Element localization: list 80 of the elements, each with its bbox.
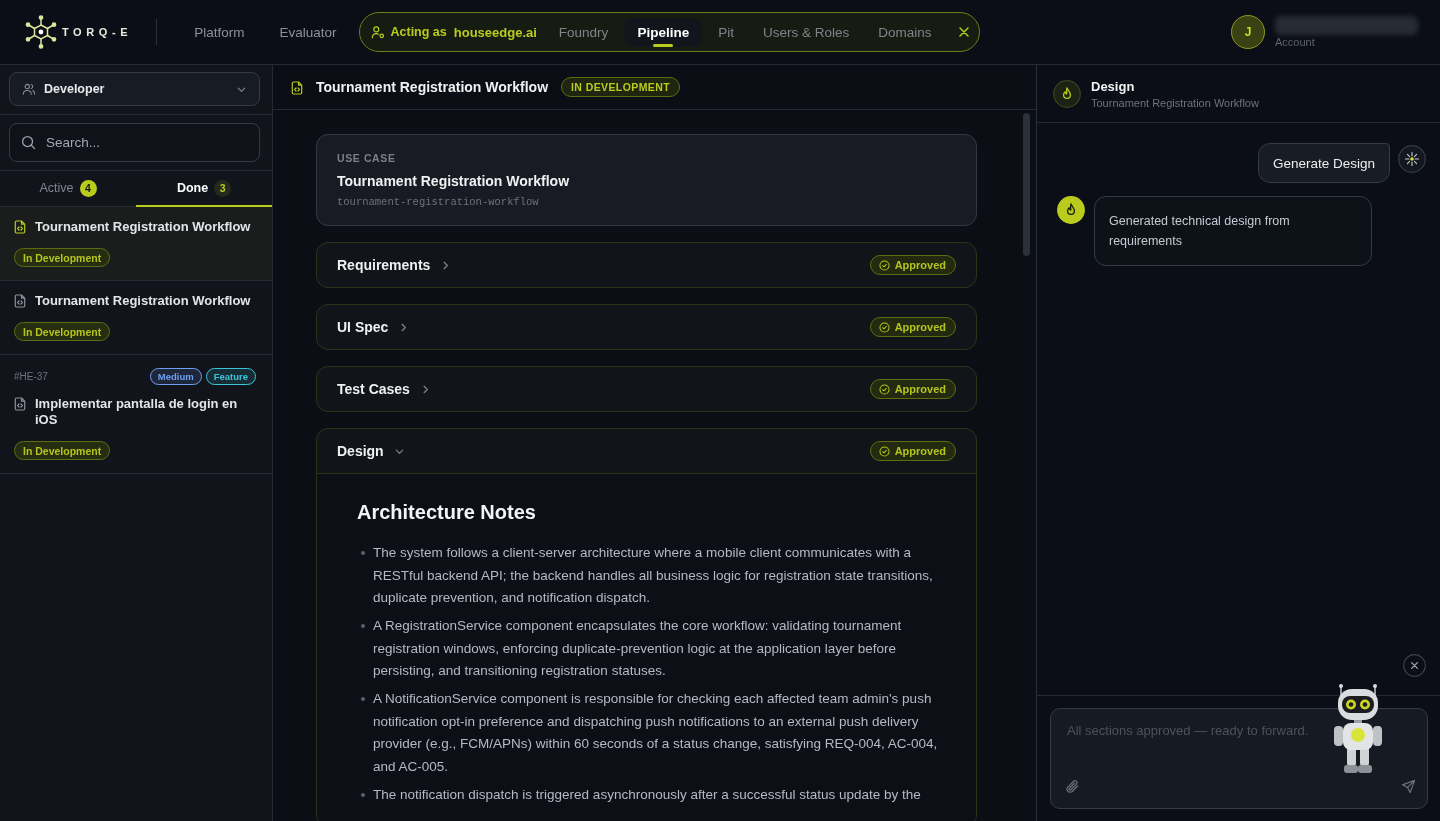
sidebar-item[interactable]: #HE-37 Medium Feature Implementar pantalla de login en iOS In Development xyxy=(0,355,272,474)
item-title: Tournament Registration Workflow xyxy=(35,293,251,309)
item-title: Tournament Registration Workflow xyxy=(35,219,251,235)
flame-icon xyxy=(1053,79,1081,108)
section-card[interactable]: Test Cases Approved xyxy=(316,366,977,412)
approval-status: Approved xyxy=(894,321,946,333)
nav-tab[interactable]: Pipeline xyxy=(624,17,703,47)
note-text: A RegistrationService component encapsulates the core workflow: validating tournament registration windows, enforcing duplicate-prevention logic at the application layer before persisting, and transitioning registration statuses. xyxy=(373,617,903,680)
section-card[interactable]: UI Spec Approved xyxy=(316,304,977,350)
send-icon[interactable] xyxy=(1401,779,1416,794)
section-title: Test Cases xyxy=(337,381,410,397)
approval-status: Approved xyxy=(894,259,946,271)
check-circle-icon xyxy=(878,445,890,457)
note-text: The system follows a client-server architecture where a mobile client communicates with a RESTful backend API; the backend handles all business logic for registration state transitions, duplicate prevention, and notification dispatch. xyxy=(373,544,934,607)
section-title: Design xyxy=(337,443,384,459)
search-field[interactable]: Search... xyxy=(9,123,260,162)
nav-link[interactable]: Platform xyxy=(194,24,245,40)
file-code-icon xyxy=(14,397,26,411)
message-input[interactable]: All sections approved — ready to forward. xyxy=(1050,708,1428,809)
paperclip-icon[interactable] xyxy=(1065,779,1080,794)
sidebar-item[interactable]: Tournament Registration Workflow In Development xyxy=(0,281,272,355)
acting-as-label: Acting as xyxy=(390,25,447,39)
file-code-icon xyxy=(14,220,26,234)
content-heading: Architecture Notes xyxy=(357,500,537,525)
tag: Medium xyxy=(149,368,202,385)
sidebar-tab[interactable]: Active 4 xyxy=(0,171,136,207)
status-badge: In Development xyxy=(14,441,111,460)
bullet-icon xyxy=(361,792,365,797)
users-icon xyxy=(22,82,36,96)
close-icon[interactable] xyxy=(1403,654,1426,677)
section-card[interactable] xyxy=(316,428,977,821)
bullet-icon xyxy=(361,624,365,628)
file-code-icon xyxy=(291,80,303,95)
bullet-icon xyxy=(361,697,365,701)
panel-title: Design xyxy=(1091,78,1136,94)
nav-tab[interactable]: Pit xyxy=(705,17,747,47)
assistant-message: Generated technical design from requirements xyxy=(1094,196,1372,266)
role-dropdown[interactable]: Developer xyxy=(9,72,260,106)
bullet-icon xyxy=(361,551,365,555)
file-code-icon xyxy=(14,294,26,308)
use-case-title: Tournament Registration Workflow xyxy=(337,172,571,190)
section-title: Requirements xyxy=(337,257,431,273)
logo-wordmark: TORQ-E xyxy=(62,26,133,38)
nav-link[interactable]: Evaluator xyxy=(279,24,337,40)
user-message: Generate Design xyxy=(1257,143,1390,183)
close-icon[interactable] xyxy=(959,27,970,37)
sparkle-icon[interactable] xyxy=(1398,145,1426,173)
count-badge: 3 xyxy=(214,179,232,197)
avatar[interactable]: J xyxy=(1231,15,1265,49)
scrollbar-thumb[interactable] xyxy=(1023,113,1030,256)
status-badge: IN DEVELOPMENT xyxy=(561,77,680,97)
org-name: houseedge.ai xyxy=(453,24,537,40)
panel-subtitle: Tournament Registration Workflow xyxy=(1091,96,1259,109)
status-badge: In Development xyxy=(14,322,111,341)
check-circle-icon xyxy=(878,383,890,395)
logo-icon xyxy=(25,15,57,49)
issue-id: #HE-37 xyxy=(14,371,48,382)
page-title: Tournament Registration Workflow xyxy=(316,79,549,95)
nav-tab[interactable]: Foundry xyxy=(545,17,622,47)
section-card[interactable]: Requirements Approved xyxy=(316,242,977,288)
account-caption: Account xyxy=(1275,35,1316,49)
note-text: A NotificationService component is responsible for checking each affected team admin's push notification opt-in preference and dispatching push notifications to an external push delivery provider (e.g., FCM/APNs) within 60 seconds of a status change, satisfying REQ-004, AC-004, and AC-005. xyxy=(373,690,939,776)
sidebar-item[interactable]: Tournament Registration Workflow In Development xyxy=(0,207,272,281)
count-badge: 4 xyxy=(79,179,97,197)
section-label: USE CASE xyxy=(337,151,397,165)
flame-icon xyxy=(1057,196,1085,224)
tag: Feature xyxy=(205,368,256,385)
approval-status: Approved xyxy=(894,445,946,457)
approval-status: Approved xyxy=(894,383,946,395)
item-title: Implementar pantalla de login en iOS xyxy=(35,396,239,428)
status-badge: In Development xyxy=(14,248,111,267)
nav-tab[interactable]: Domains xyxy=(865,17,945,47)
search-icon xyxy=(21,135,36,150)
check-circle-icon xyxy=(878,259,890,271)
check-circle-icon xyxy=(878,321,890,333)
user-icon xyxy=(370,25,385,39)
use-case-slug: tournament-registration-workflow xyxy=(337,195,540,209)
nav-tab[interactable]: Users & Roles xyxy=(749,17,863,47)
section-title: UI Spec xyxy=(337,319,389,335)
note-text: The notification dispatch is triggered asynchronously after a successful status update by the xyxy=(373,785,921,804)
